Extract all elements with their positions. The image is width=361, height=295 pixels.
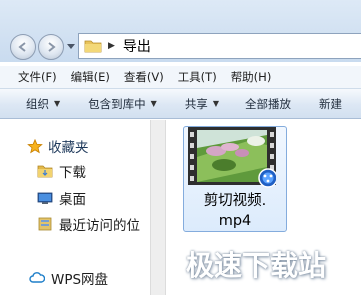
nav-item-recent[interactable]: 最近访问的位 xyxy=(37,214,140,234)
breadcrumb-current[interactable]: 导出 xyxy=(123,36,151,56)
play-all-label: 全部播放 xyxy=(244,96,291,111)
star-icon xyxy=(27,138,43,153)
recent-pages-dropdown[interactable] xyxy=(66,42,76,52)
menu-view[interactable]: 查看(V) xyxy=(117,69,171,85)
nav-item-label: 最近访问的位 xyxy=(59,218,140,234)
file-name[interactable]: 剪切视频. mp4 xyxy=(183,191,287,231)
caret-down-icon: ▼ xyxy=(150,99,157,108)
new-folder-label: 新建 xyxy=(318,96,342,111)
nav-item-desktop[interactable]: 桌面 xyxy=(37,188,86,208)
address-input[interactable]: ▶ 导出 xyxy=(78,33,361,59)
file-name-line-1: 剪切视频. xyxy=(203,193,267,209)
share-label: 共享 xyxy=(184,96,208,111)
menu-edit[interactable]: 编辑(E) xyxy=(64,69,117,85)
folder-icon xyxy=(84,40,102,53)
include-in-library-label: 包含到库中 xyxy=(88,96,146,111)
caret-down-icon: ▼ xyxy=(212,99,219,108)
video-thumbnail xyxy=(188,127,276,188)
share-button[interactable]: 共享 ▼ xyxy=(185,96,219,112)
nav-item-wps-cloud[interactable]: WPS网盘 xyxy=(29,268,108,288)
media-player-badge-icon xyxy=(258,168,276,188)
recent-places-icon xyxy=(38,217,52,231)
cloud-icon xyxy=(29,272,45,283)
caret-down-icon: ▼ xyxy=(54,99,61,108)
command-bar: 组织 ▼ 包含到库中 ▼ 共享 ▼ 全部播放 新建 xyxy=(0,88,361,119)
nav-item-label: 桌面 xyxy=(59,192,86,208)
watermark: 极速下载站 xyxy=(186,249,327,282)
menu-bar: 文件(F) 编辑(E) 查看(V) 工具(T) 帮助(H) xyxy=(0,66,361,88)
organize-label: 组织 xyxy=(26,96,49,111)
include-in-library-button[interactable]: 包含到库中 ▼ xyxy=(88,96,157,112)
menu-file[interactable]: 文件(F) xyxy=(0,69,64,85)
play-all-button[interactable]: 全部播放 xyxy=(245,96,291,112)
forward-button[interactable] xyxy=(38,34,64,60)
nav-item-label: WPS网盘 xyxy=(51,272,109,288)
folder-icon xyxy=(37,165,53,178)
back-button[interactable] xyxy=(10,34,36,60)
nav-pane-scrollbar[interactable] xyxy=(150,120,166,295)
favorites-label: 收藏夹 xyxy=(48,140,89,156)
file-name-line-2: mp4 xyxy=(218,213,252,229)
organize-button[interactable]: 组织 ▼ xyxy=(26,96,60,112)
desktop-icon xyxy=(37,192,53,204)
arrow-left-icon xyxy=(18,42,26,52)
menu-help[interactable]: 帮助(H) xyxy=(224,69,279,85)
arrow-right-icon xyxy=(48,42,56,52)
new-folder-button[interactable]: 新建 xyxy=(319,96,342,112)
nav-favorites[interactable]: 收藏夹 xyxy=(27,136,89,156)
nav-item-downloads[interactable]: 下载 xyxy=(37,161,86,181)
chevron-down-icon xyxy=(67,44,75,49)
breadcrumb-separator-icon[interactable]: ▶ xyxy=(108,41,115,51)
nav-item-label: 下载 xyxy=(59,165,86,181)
menu-tools[interactable]: 工具(T) xyxy=(171,69,224,85)
